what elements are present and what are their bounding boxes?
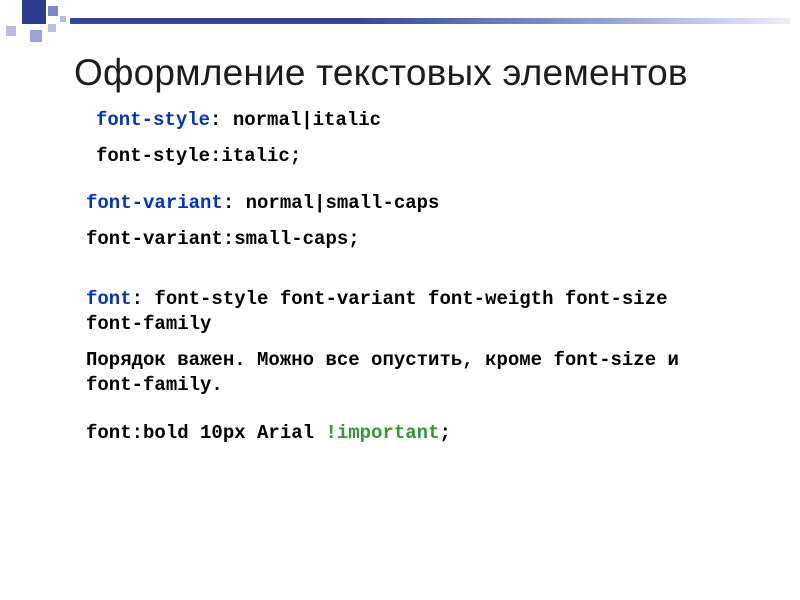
decor-gradient-bar — [70, 18, 790, 24]
slide-decoration — [0, 0, 800, 44]
decor-square-small — [48, 24, 56, 32]
line-font-style-syntax: font-style: normal|italic — [96, 108, 706, 134]
slide-title: Оформление текстовых элементов — [74, 52, 688, 94]
slide: Оформление текстовых элементов font-styl… — [0, 0, 800, 600]
line-font-style-example: font-style:italic; — [96, 144, 706, 170]
line-note: Порядок важен. Можно все опустить, кроме… — [86, 348, 706, 399]
decor-square-large — [22, 0, 46, 24]
decor-square-small — [60, 16, 66, 22]
line-font-variant-example: font-variant:small-caps; — [86, 227, 706, 253]
decor-square-small — [30, 30, 42, 42]
line-font-shorthand-syntax: font: font-style font-variant font-weigt… — [86, 287, 706, 338]
decor-square-small — [48, 6, 58, 16]
line-font-shorthand-example: font:bold 10px Arial !important; — [86, 421, 706, 447]
slide-body: font-style: normal|italic font-style:ita… — [86, 108, 706, 469]
decor-square-small — [6, 26, 16, 36]
line-font-variant-syntax: font-variant: normal|small-caps — [86, 191, 706, 217]
